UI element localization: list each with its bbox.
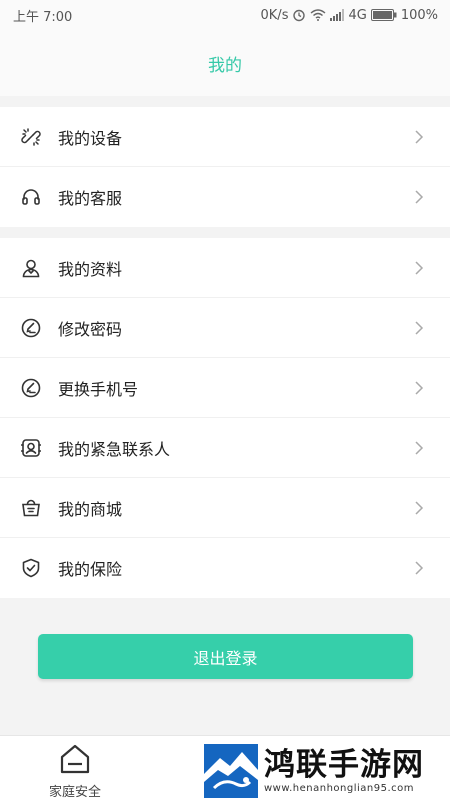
headset-icon <box>20 186 42 208</box>
watermark: 鸿联手游网 www.henanhonglian95.com <box>200 741 450 800</box>
network-type: 4G <box>348 7 367 23</box>
device-link-icon <box>20 126 42 148</box>
menu-item-label: 更换手机号 <box>58 379 139 399</box>
logout-button[interactable]: 退出登录 <box>38 634 413 679</box>
page-title: 我的 <box>208 55 242 76</box>
chevron-right-icon <box>414 129 424 145</box>
chevron-right-icon <box>414 260 424 276</box>
user-profile-icon <box>20 257 42 279</box>
menu-section-1: 我的设备 我的客服 <box>0 107 450 227</box>
menu-item-change-phone[interactable]: 更换手机号 <box>0 358 450 418</box>
alarm-icon <box>292 8 306 22</box>
menu-item-change-password[interactable]: 修改密码 <box>0 298 450 358</box>
menu-item-label: 我的紧急联系人 <box>58 439 171 459</box>
signal-icon <box>330 9 345 21</box>
watermark-logo-icon <box>200 743 258 798</box>
battery-level: 100% <box>400 7 438 23</box>
emergency-contact-icon <box>20 437 42 459</box>
menu-item-label: 修改密码 <box>58 319 123 339</box>
shield-check-icon <box>20 557 42 579</box>
menu-item-my-devices[interactable]: 我的设备 <box>0 107 450 167</box>
shop-basket-icon <box>20 497 42 519</box>
watermark-title: 鸿联手游网 <box>264 747 424 783</box>
menu-item-customer-service[interactable]: 我的客服 <box>0 167 450 227</box>
chevron-right-icon <box>414 380 424 396</box>
chevron-right-icon <box>414 440 424 456</box>
home-icon <box>59 744 91 778</box>
chevron-right-icon <box>414 560 424 576</box>
watermark-text: 鸿联手游网 www.henanhonglian95.com <box>264 747 424 794</box>
menu-section-2: 我的资料 修改密码 更换手机号 我的紧急联系人 我的商城 我的保险 <box>0 238 450 598</box>
menu-item-my-insurance[interactable]: 我的保险 <box>0 538 450 598</box>
tab-label: 家庭安全 <box>48 785 101 800</box>
edit-circle-icon <box>20 317 42 339</box>
menu-item-label: 我的设备 <box>58 128 123 148</box>
menu-item-my-shop[interactable]: 我的商城 <box>0 478 450 538</box>
status-time: 上午 7:00 <box>13 9 73 25</box>
menu-item-label: 我的商城 <box>58 499 123 519</box>
menu-item-my-profile[interactable]: 我的资料 <box>0 238 450 298</box>
chevron-right-icon <box>414 189 424 205</box>
chevron-right-icon <box>414 320 424 336</box>
tab-family-safety[interactable]: 家庭安全 <box>30 744 120 800</box>
wifi-icon <box>310 9 326 21</box>
menu-item-label: 我的客服 <box>58 189 123 208</box>
logout-container: 退出登录 <box>38 634 413 679</box>
status-icons: 0K/s 4G 100% <box>261 8 438 23</box>
menu-item-label: 我的资料 <box>58 259 123 279</box>
menu-item-label: 我的保险 <box>58 560 123 579</box>
page-header: 我的 <box>0 30 450 96</box>
watermark-url: www.henanhonglian95.com <box>264 783 415 794</box>
edit-circle-icon <box>20 377 42 399</box>
status-bar: 上午 7:00 0K/s 4G 100% <box>0 0 450 30</box>
net-speed: 0K/s <box>260 7 289 23</box>
menu-item-emergency-contacts[interactable]: 我的紧急联系人 <box>0 418 450 478</box>
battery-icon <box>370 9 397 21</box>
chevron-right-icon <box>414 500 424 516</box>
